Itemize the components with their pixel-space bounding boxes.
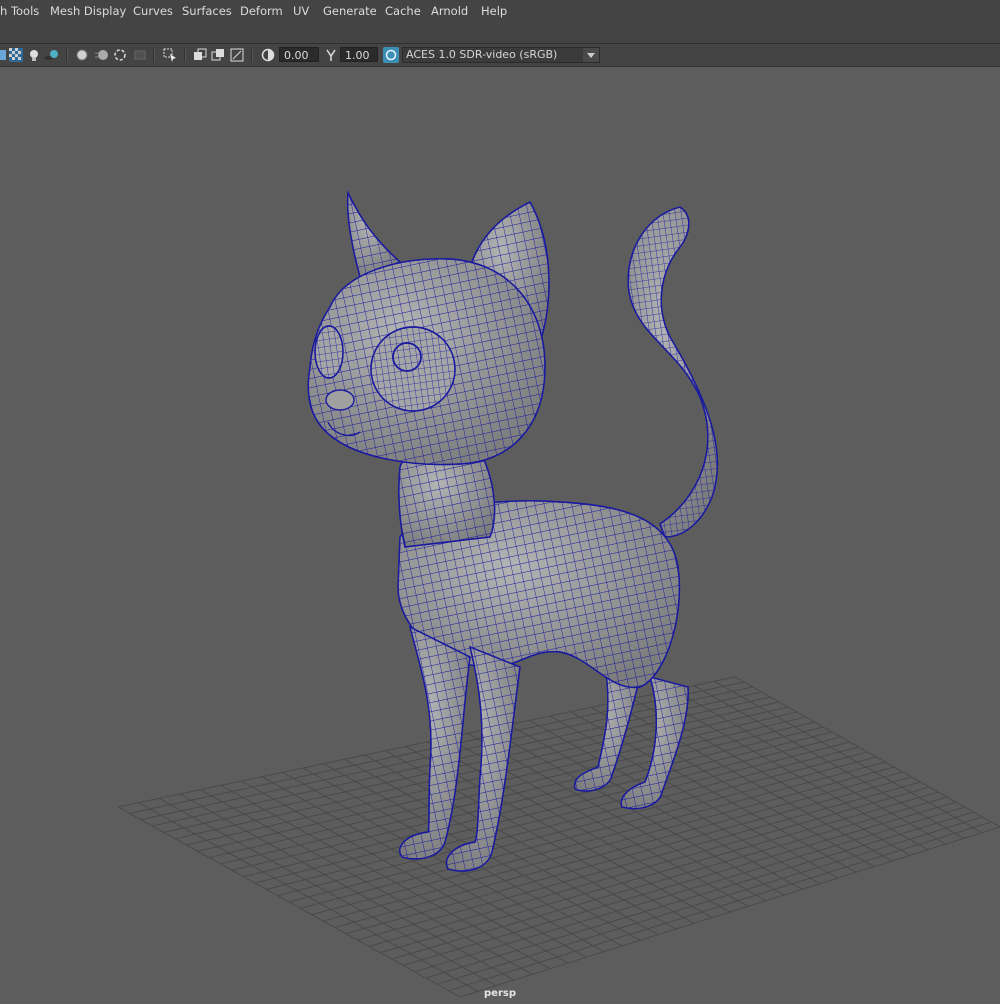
xray-icon[interactable] (192, 47, 208, 63)
light-icon[interactable] (26, 47, 42, 63)
exposure-icon[interactable] (260, 47, 276, 63)
toolbar-divider (66, 48, 68, 62)
exposure-field[interactable]: 0.00 (279, 47, 319, 62)
menu-help[interactable]: Help (481, 4, 507, 18)
checker-icon[interactable] (8, 47, 24, 63)
grid-line (459, 826, 1000, 998)
color-space-dropdown[interactable]: ACES 1.0 SDR-video (sRGB) (402, 47, 600, 63)
dropdown-arrow-icon (583, 48, 599, 62)
menu-deform[interactable]: Deform (240, 4, 283, 18)
color-management-icon[interactable] (383, 47, 399, 63)
gamma-icon[interactable] (323, 47, 339, 63)
menu-mesh-display[interactable]: Mesh Display (50, 4, 126, 18)
shadow-icon[interactable] (44, 47, 60, 63)
color-space-label: ACES 1.0 SDR-video (sRGB) (406, 48, 558, 61)
menu-uv[interactable]: UV (293, 4, 309, 18)
toolbar-divider (153, 48, 155, 62)
toolbar-divider (184, 48, 186, 62)
shelf-strip (0, 24, 1000, 44)
menu-surfaces[interactable]: Surfaces (182, 4, 232, 18)
select-icon[interactable] (162, 47, 178, 63)
viewport-canvas (117, 190, 1000, 998)
cat-mesh (307, 190, 719, 872)
camera-label: persp (484, 988, 516, 999)
perspective-viewport[interactable] (0, 67, 1000, 1000)
ground-grid (117, 676, 1000, 998)
xray-joints-icon[interactable] (229, 47, 245, 63)
aa-icon[interactable] (112, 47, 128, 63)
grid-line (391, 796, 948, 960)
motion-blur-icon[interactable] (94, 47, 110, 63)
menu-arnold[interactable]: Arnold (431, 4, 468, 18)
menu-curves[interactable]: Curves (133, 4, 173, 18)
menu-mesh-tools[interactable]: h Tools (0, 4, 39, 18)
menu-generate[interactable]: Generate (323, 4, 377, 18)
main-menu-bar: h Tools Mesh Display Curves Surfaces Def… (0, 0, 1000, 25)
isolate-icon[interactable] (132, 47, 148, 63)
ao-icon[interactable] (74, 47, 90, 63)
toolbar-divider (251, 48, 253, 62)
xray-active-icon[interactable] (210, 47, 226, 63)
menu-cache[interactable]: Cache (385, 4, 421, 18)
gamma-field[interactable]: 1.00 (340, 47, 378, 62)
grid-icon[interactable] (0, 47, 6, 63)
